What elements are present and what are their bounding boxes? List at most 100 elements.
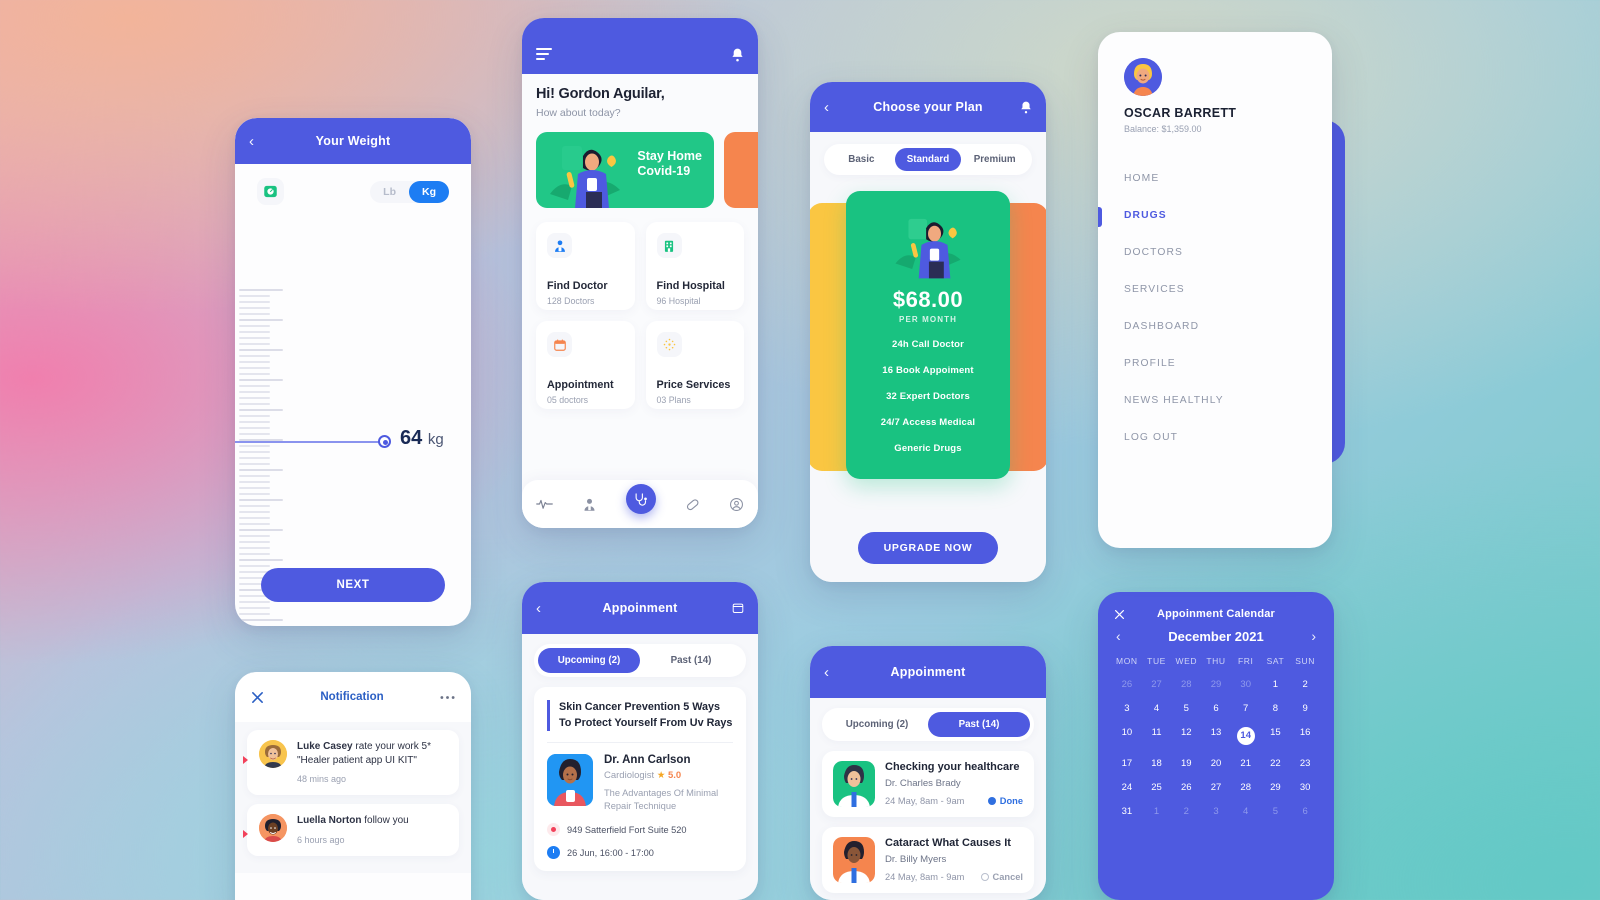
- calendar-day[interactable]: 18: [1142, 751, 1172, 775]
- next-month-chevron-icon[interactable]: ›: [1311, 628, 1316, 644]
- calendar-day[interactable]: 16: [1290, 720, 1320, 751]
- calendar-day[interactable]: 3: [1201, 799, 1231, 823]
- calendar-day[interactable]: 6: [1201, 696, 1231, 720]
- bell-icon[interactable]: [1018, 101, 1032, 114]
- doctor-avatar-icon[interactable]: [582, 497, 597, 512]
- tab-premium[interactable]: Premium: [961, 148, 1028, 171]
- more-horizontal-icon[interactable]: [440, 695, 455, 700]
- next-button[interactable]: NEXT: [261, 568, 445, 602]
- calendar-day[interactable]: 14: [1231, 720, 1261, 751]
- unit-option-kg[interactable]: Kg: [409, 180, 449, 203]
- prev-month-chevron-icon[interactable]: ‹: [1116, 628, 1121, 644]
- upgrade-now-button[interactable]: UPGRADE NOW: [858, 532, 998, 564]
- calendar-day[interactable]: 19: [1171, 751, 1201, 775]
- back-chevron-icon[interactable]: ‹: [824, 100, 838, 115]
- plan-card-standard[interactable]: $68.00 PER MONTH 24h Call Doctor 16 Book…: [846, 191, 1010, 479]
- menu-item-services[interactable]: SERVICES: [1124, 271, 1332, 308]
- calendar-day[interactable]: 4: [1142, 696, 1172, 720]
- close-icon[interactable]: [1114, 609, 1125, 620]
- tab-basic[interactable]: Basic: [828, 148, 895, 171]
- list-item[interactable]: Luke Casey rate your work 5* "Healer pat…: [243, 730, 459, 796]
- back-chevron-icon[interactable]: ‹: [536, 601, 550, 616]
- back-chevron-icon[interactable]: ‹: [824, 665, 838, 680]
- tab-standard[interactable]: Standard: [894, 148, 962, 171]
- pulse-icon[interactable]: [536, 498, 554, 510]
- bell-icon[interactable]: [731, 48, 744, 62]
- calendar-day[interactable]: 17: [1112, 751, 1142, 775]
- covid-banner[interactable]: Stay Home Covid-19: [536, 132, 714, 208]
- menu-item-profile[interactable]: PROFILE: [1124, 345, 1332, 382]
- tab-past[interactable]: Past (14): [640, 648, 742, 673]
- weight-slider[interactable]: 64 kg: [235, 427, 471, 452]
- calendar-day[interactable]: 10: [1112, 720, 1142, 751]
- close-icon[interactable]: [251, 691, 264, 704]
- calendar-icon[interactable]: [730, 602, 744, 614]
- calendar-day[interactable]: 12: [1171, 720, 1201, 751]
- menu-item-log-out[interactable]: LOG OUT: [1124, 419, 1332, 456]
- calendar-day[interactable]: 21: [1231, 751, 1261, 775]
- calendar-day[interactable]: 27: [1201, 775, 1231, 799]
- tab-past[interactable]: Past (14): [928, 712, 1030, 737]
- past-appointment-item[interactable]: Cataract What Causes It Dr. Billy Myers …: [822, 827, 1034, 893]
- tile-find-hospital[interactable]: Find Hospital 96 Hospital: [645, 222, 744, 310]
- tile-find-doctor[interactable]: Find Doctor 128 Doctors: [536, 222, 635, 310]
- tile-appointment[interactable]: Appointment 05 doctors: [536, 321, 635, 409]
- menu-item-drugs[interactable]: DRUGS: [1098, 197, 1332, 234]
- banner-carousel[interactable]: Stay Home Covid-19: [536, 132, 758, 208]
- calendar-day[interactable]: 29: [1201, 672, 1231, 696]
- list-item[interactable]: Luella Norton follow you 6 hours ago: [243, 804, 459, 856]
- back-chevron-icon[interactable]: ‹: [249, 134, 263, 149]
- calendar-day[interactable]: 9: [1290, 696, 1320, 720]
- tab-upcoming[interactable]: Upcoming (2): [538, 648, 640, 673]
- unit-toggle[interactable]: Lb Kg: [370, 180, 449, 203]
- calendar-day[interactable]: 2: [1171, 799, 1201, 823]
- calendar-grid[interactable]: MON TUE WED THU FRI SAT SUN 26 27 28 29 30 1 2 3 4 5 6 7 8 9…: [1098, 644, 1334, 823]
- unit-option-lb[interactable]: Lb: [370, 181, 409, 203]
- menu-item-news-healthly[interactable]: NEWS HEALTHLY: [1124, 382, 1332, 419]
- calendar-day[interactable]: 31: [1112, 799, 1142, 823]
- calendar-day[interactable]: 27: [1142, 672, 1172, 696]
- tab-upcoming[interactable]: Upcoming (2): [826, 712, 928, 737]
- calendar-day[interactable]: 30: [1290, 775, 1320, 799]
- calendar-day[interactable]: 1: [1261, 672, 1291, 696]
- banner-next-card[interactable]: [724, 132, 758, 208]
- calendar-day[interactable]: 6: [1290, 799, 1320, 823]
- hamburger-menu-icon[interactable]: [536, 48, 552, 60]
- calendar-day[interactable]: 13: [1201, 720, 1231, 751]
- calendar-day[interactable]: 5: [1171, 696, 1201, 720]
- avatar[interactable]: [1124, 58, 1162, 96]
- calendar-day[interactable]: 7: [1231, 696, 1261, 720]
- calendar-day[interactable]: 15: [1261, 720, 1291, 751]
- past-appointment-item[interactable]: Checking your healthcare Dr. Charles Bra…: [822, 751, 1034, 817]
- calendar-day[interactable]: 20: [1201, 751, 1231, 775]
- calendar-day[interactable]: 28: [1231, 775, 1261, 799]
- slider-knob[interactable]: [378, 435, 391, 448]
- menu-item-doctors[interactable]: DOCTORS: [1124, 234, 1332, 271]
- calendar-day[interactable]: 25: [1142, 775, 1172, 799]
- calendar-day[interactable]: 4: [1231, 799, 1261, 823]
- calendar-day[interactable]: 23: [1290, 751, 1320, 775]
- pill-icon[interactable]: [685, 497, 700, 512]
- tile-price-services[interactable]: Price Services 03 Plans: [645, 321, 744, 409]
- calendar-day[interactable]: 1: [1142, 799, 1172, 823]
- calendar-day[interactable]: 26: [1171, 775, 1201, 799]
- calendar-day[interactable]: 2: [1290, 672, 1320, 696]
- calendar-day[interactable]: 11: [1142, 720, 1172, 751]
- plan-tabs[interactable]: Basic Standard Premium: [824, 144, 1032, 175]
- menu-item-home[interactable]: HOME: [1124, 160, 1332, 197]
- calendar-day[interactable]: 26: [1112, 672, 1142, 696]
- calendar-day[interactable]: 24: [1112, 775, 1142, 799]
- appointment-tabs[interactable]: Upcoming (2) Past (14): [534, 644, 746, 677]
- calendar-day[interactable]: 3: [1112, 696, 1142, 720]
- menu-item-dashboard[interactable]: DASHBOARD: [1124, 308, 1332, 345]
- profile-icon[interactable]: [729, 497, 744, 512]
- calendar-day[interactable]: 8: [1261, 696, 1291, 720]
- calendar-day[interactable]: 28: [1171, 672, 1201, 696]
- appointment-card[interactable]: Skin Cancer Prevention 5 Ways To Protect…: [534, 687, 746, 872]
- calendar-day[interactable]: 29: [1261, 775, 1291, 799]
- calendar-day[interactable]: 30: [1231, 672, 1261, 696]
- appointment-tabs[interactable]: Upcoming (2) Past (14): [822, 708, 1034, 741]
- stethoscope-icon[interactable]: [625, 484, 656, 514]
- calendar-day[interactable]: 5: [1261, 799, 1291, 823]
- calendar-day[interactable]: 22: [1261, 751, 1291, 775]
